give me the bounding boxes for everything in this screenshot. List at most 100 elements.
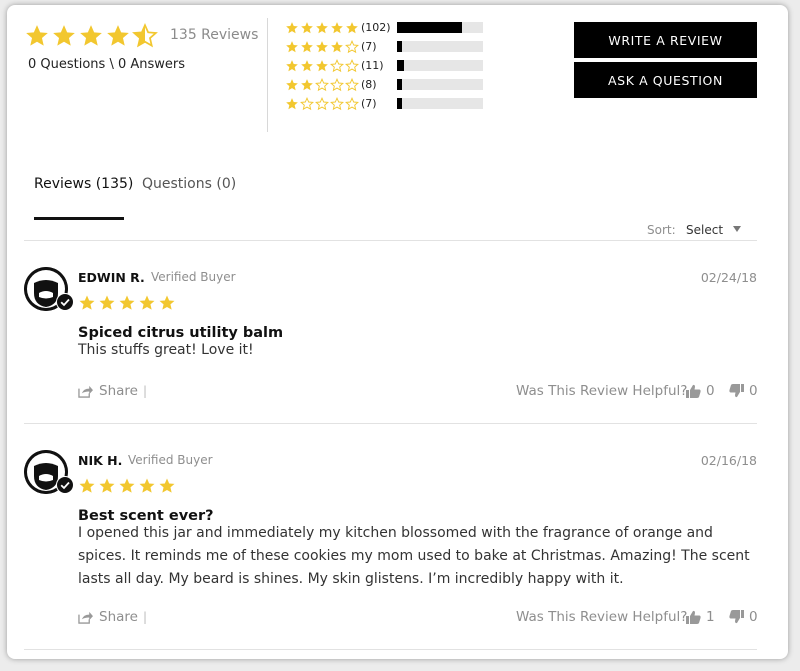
share-separator: | [143, 384, 148, 398]
star-icon [107, 25, 129, 46]
ask-question-button[interactable]: ASK A QUESTION [574, 62, 757, 98]
thumbs-up-count: 1 [706, 609, 715, 625]
histogram-bar-fill [397, 79, 403, 90]
star-icon [53, 25, 75, 46]
histogram-row-4-star[interactable]: (7) [285, 37, 491, 56]
thumbs-up-button[interactable]: 0 [686, 383, 715, 399]
star-icon [119, 295, 135, 310]
star-icon [26, 25, 48, 46]
star-outline-icon [315, 97, 329, 110]
star-icon [286, 97, 298, 109]
histogram-row-2-star[interactable]: (8) [285, 75, 491, 94]
star-icon [331, 21, 343, 33]
star-icon [119, 478, 135, 493]
histogram-bar [397, 22, 483, 33]
star-icon [346, 21, 358, 33]
verified-check-icon [56, 476, 74, 494]
histogram-count: (7) [361, 97, 377, 110]
histogram-row-5-star[interactable]: (102) [285, 18, 491, 37]
star-outline-icon [345, 97, 359, 110]
review-divider [24, 423, 757, 424]
star-icon [301, 59, 313, 71]
review-divider [24, 649, 757, 650]
histogram-row-3-star[interactable]: (11) [285, 56, 491, 75]
share-button[interactable]: Share [78, 383, 138, 399]
write-review-button[interactable]: WRITE A REVIEW [574, 22, 757, 58]
reviewer-name: NIK H. [78, 453, 123, 468]
chevron-down-icon[interactable] [733, 226, 741, 232]
histogram-count: (11) [361, 59, 384, 72]
star-icon [79, 295, 95, 310]
histogram-bar-fill [397, 41, 403, 52]
questions-answers-count: 0 Questions \ 0 Answers [28, 57, 186, 72]
review-body: I opened this jar and immediately my kit… [78, 525, 750, 587]
histogram-stars [285, 40, 361, 54]
histogram-stars [285, 59, 361, 73]
star-outline-icon [330, 78, 344, 91]
share-button[interactable]: Share [78, 609, 138, 625]
share-icon [78, 385, 93, 398]
reviews-widget: 135 Reviews 0 Questions \ 0 Answers (102… [7, 5, 788, 659]
share-icon [78, 611, 93, 624]
star-outline-icon [330, 59, 344, 72]
active-tab-indicator [34, 217, 124, 220]
thumbs-down-icon [729, 610, 744, 624]
star-icon [301, 40, 313, 52]
share-separator: | [143, 610, 148, 624]
star-icon [316, 21, 328, 33]
star-icon [286, 78, 298, 90]
histogram-bar [397, 41, 483, 52]
tab-reviews[interactable]: Reviews (135) [34, 176, 133, 192]
histogram-count: (102) [361, 21, 391, 34]
reviewer-name: EDWIN R. [78, 270, 145, 285]
summary-divider [267, 18, 268, 132]
star-icon [159, 478, 175, 493]
star-icon [301, 78, 313, 90]
tab-questions[interactable]: Questions (0) [142, 176, 236, 192]
star-icon [139, 295, 155, 310]
star-outline-icon [330, 97, 344, 110]
helpful-prompt: Was This Review Helpful? [516, 609, 688, 625]
review-date: 02/24/18 [700, 270, 757, 285]
thumbs-down-count: 0 [749, 383, 758, 399]
histogram-bar [397, 79, 483, 90]
verified-buyer-badge: Verified Buyer [151, 270, 236, 284]
review-date: 02/16/18 [700, 453, 757, 468]
star-outline-icon [345, 78, 359, 91]
star-outline-icon [315, 78, 329, 91]
histogram-count: (7) [361, 40, 377, 53]
thumbs-down-button[interactable]: 0 [729, 383, 758, 399]
star-icon [286, 40, 298, 52]
star-outline-icon [345, 40, 359, 53]
review-rating-stars [78, 477, 176, 495]
average-rating-stars [24, 23, 158, 49]
thumbs-up-button[interactable]: 1 [686, 609, 715, 625]
star-icon [99, 478, 115, 493]
sort-label: Sort: [647, 223, 676, 237]
thumbs-down-button[interactable]: 0 [729, 609, 758, 625]
review-rating-stars [78, 294, 176, 312]
histogram-stars [285, 78, 361, 92]
star-icon [159, 295, 175, 310]
star-icon [316, 40, 328, 52]
thumbs-up-icon [686, 610, 701, 624]
helpful-prompt: Was This Review Helpful? [516, 383, 688, 399]
histogram-bar-fill [397, 60, 404, 71]
histogram-bar-fill [397, 22, 462, 33]
histogram-stars [285, 21, 361, 35]
verified-check-icon [56, 293, 74, 311]
histogram-bar-fill [397, 98, 403, 109]
sort-select[interactable]: Select [686, 223, 723, 237]
star-icon [286, 21, 298, 33]
rating-histogram: (102) (7) (11) (8) (7) [285, 18, 491, 113]
star-icon [286, 59, 298, 71]
star-icon [301, 21, 313, 33]
histogram-count: (8) [361, 78, 377, 91]
review-body: This stuffs great! Love it! [78, 342, 254, 358]
star-outline-icon [300, 97, 314, 110]
thumbs-down-icon [729, 384, 744, 398]
star-outline-icon [345, 59, 359, 72]
star-icon [99, 295, 115, 310]
histogram-row-1-star[interactable]: (7) [285, 94, 491, 113]
histogram-stars [285, 97, 361, 111]
